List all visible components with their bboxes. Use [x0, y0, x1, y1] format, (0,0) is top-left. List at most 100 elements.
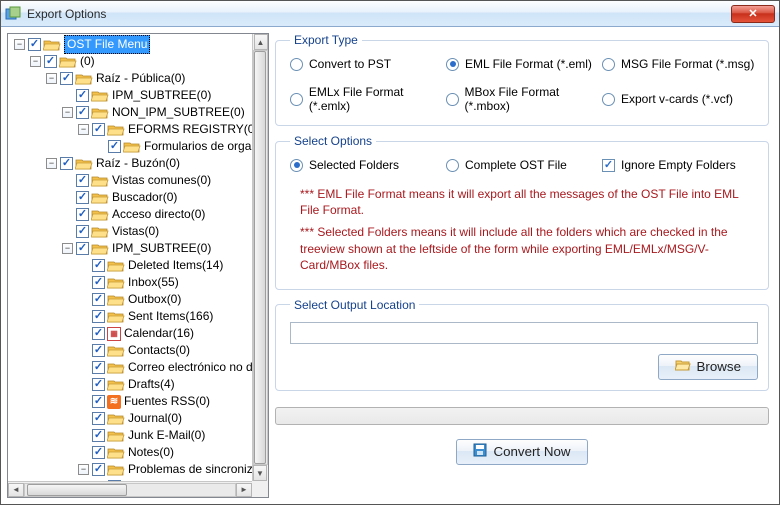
tree-checkbox[interactable]: [76, 89, 89, 102]
radio-complete-ost[interactable]: Complete OST File: [446, 158, 602, 172]
scroll-up-arrow-icon[interactable]: ▲: [254, 34, 268, 50]
browse-button[interactable]: Browse: [658, 354, 758, 380]
radio-icon: [602, 58, 615, 71]
tree-node[interactable]: Contacts(0): [10, 342, 252, 359]
tree-node[interactable]: Junk E-Mail(0): [10, 427, 252, 444]
tree-checkbox[interactable]: [92, 412, 105, 425]
tree-checkbox[interactable]: [76, 174, 89, 187]
checkbox-ignore-empty[interactable]: Ignore Empty Folders: [602, 158, 758, 172]
tree-node[interactable]: Notes(0): [10, 444, 252, 461]
folder-icon: [91, 191, 109, 205]
folder-icon: [91, 89, 109, 103]
radio-label: Export v-cards (*.vcf): [621, 92, 733, 106]
tree-node[interactable]: Deleted Items(14): [10, 257, 252, 274]
tree-checkbox[interactable]: [76, 191, 89, 204]
close-button[interactable]: ✕: [731, 5, 775, 23]
tree-checkbox[interactable]: [76, 208, 89, 221]
radio-icon: [290, 159, 303, 172]
convert-now-button[interactable]: Convert Now: [456, 439, 587, 465]
tree-checkbox[interactable]: [92, 259, 105, 272]
radio-selected-folders[interactable]: Selected Folders: [290, 158, 446, 172]
tree-node[interactable]: Outbox(0): [10, 291, 252, 308]
tree-horizontal-scrollbar[interactable]: ◄ ►: [8, 481, 252, 497]
folder-icon: [91, 174, 109, 188]
tree-checkbox[interactable]: [92, 123, 105, 136]
tree-checkbox[interactable]: [92, 361, 105, 374]
collapse-icon[interactable]: −: [78, 464, 89, 475]
radio-label: Selected Folders: [309, 158, 399, 172]
scroll-right-arrow-icon[interactable]: ►: [236, 483, 252, 497]
tree-checkbox[interactable]: [76, 225, 89, 238]
tree-node[interactable]: ▦Calendar(16): [10, 325, 252, 342]
output-location-group: Select Output Location Browse: [275, 298, 769, 391]
tree-node[interactable]: −Problemas de sincronización(84): [10, 461, 252, 478]
output-path-input[interactable]: [290, 322, 758, 344]
tree-node[interactable]: Acceso directo(0): [10, 206, 252, 223]
radio-mbox-format[interactable]: MBox File Format (*.mbox): [446, 85, 602, 113]
tree-node[interactable]: − OST File Menu: [10, 36, 252, 53]
checkbox-label: Ignore Empty Folders: [621, 158, 736, 172]
toggle-spacer: [78, 396, 89, 407]
collapse-icon[interactable]: −: [30, 56, 41, 67]
tree-checkbox[interactable]: [92, 344, 105, 357]
tree-checkbox[interactable]: [76, 106, 89, 119]
tree-node-label: OST File Menu: [64, 35, 150, 54]
tree-node[interactable]: Buscador(0): [10, 189, 252, 206]
radio-eml-format[interactable]: EML File Format (*.eml): [446, 57, 602, 71]
tree-checkbox[interactable]: [92, 429, 105, 442]
radio-vcard-format[interactable]: Export v-cards (*.vcf): [602, 85, 758, 113]
tree-checkbox[interactable]: [92, 293, 105, 306]
tree-node[interactable]: Vistas comunes(0): [10, 172, 252, 189]
tree-node-label: Correo electrónico no deseado(0): [128, 359, 252, 376]
tree-checkbox[interactable]: [92, 395, 105, 408]
radio-convert-to-pst[interactable]: Convert to PST: [290, 57, 446, 71]
radio-msg-format[interactable]: MSG File Format (*.msg): [602, 57, 758, 71]
radio-label: MBox File Format (*.mbox): [465, 85, 602, 113]
tree-node[interactable]: −NON_IPM_SUBTREE(0): [10, 104, 252, 121]
tree-checkbox[interactable]: [60, 72, 73, 85]
tree-node[interactable]: Drafts(4): [10, 376, 252, 393]
folder-icon: [75, 157, 93, 171]
titlebar: Export Options ✕: [1, 1, 779, 27]
tree-checkbox[interactable]: [108, 140, 121, 153]
collapse-icon[interactable]: −: [46, 158, 57, 169]
tree-node[interactable]: Correo electrónico no deseado(0): [10, 359, 252, 376]
radio-emlx-format[interactable]: EMLx File Format (*.emlx): [290, 85, 446, 113]
tree-checkbox[interactable]: [76, 242, 89, 255]
folder-tree[interactable]: − OST File Menu− (0)−Raíz - Pública(0)IPM…: [8, 34, 252, 481]
tree-node[interactable]: −Raíz - Buzón(0): [10, 155, 252, 172]
tree-checkbox[interactable]: [60, 157, 73, 170]
tree-vertical-scrollbar[interactable]: ▲ ▼: [252, 34, 268, 481]
tree-node-label: Inbox(55): [128, 274, 179, 291]
tree-node[interactable]: Journal(0): [10, 410, 252, 427]
tree-node[interactable]: −Raíz - Pública(0): [10, 70, 252, 87]
tree-node[interactable]: −EFORMS REGISTRY(0): [10, 121, 252, 138]
tree-checkbox[interactable]: [92, 310, 105, 323]
tree-node[interactable]: − (0): [10, 53, 252, 70]
tree-node[interactable]: Sent Items(166): [10, 308, 252, 325]
collapse-icon[interactable]: −: [46, 73, 57, 84]
tree-checkbox[interactable]: [92, 463, 105, 476]
tree-checkbox[interactable]: [28, 38, 41, 51]
scroll-left-arrow-icon[interactable]: ◄: [8, 483, 24, 497]
scroll-down-arrow-icon[interactable]: ▼: [253, 465, 267, 481]
tree-node[interactable]: Formularios de organización(0): [10, 138, 252, 155]
tree-checkbox[interactable]: [92, 378, 105, 391]
tree-node[interactable]: Inbox(55): [10, 274, 252, 291]
tree-checkbox[interactable]: [92, 276, 105, 289]
collapse-icon[interactable]: −: [78, 124, 89, 135]
tree-node[interactable]: −IPM_SUBTREE(0): [10, 240, 252, 257]
collapse-icon[interactable]: −: [62, 107, 73, 118]
tree-node[interactable]: ≋Fuentes RSS(0): [10, 393, 252, 410]
tree-checkbox[interactable]: [92, 446, 105, 459]
tree-node[interactable]: Vistas(0): [10, 223, 252, 240]
folder-icon: [43, 38, 61, 52]
tree-checkbox[interactable]: [44, 55, 57, 68]
collapse-icon[interactable]: −: [62, 243, 73, 254]
app-icon: [5, 6, 21, 22]
folder-icon: [107, 378, 125, 392]
tree-node-label: Calendar(16): [124, 325, 194, 342]
collapse-icon[interactable]: −: [14, 39, 25, 50]
tree-checkbox[interactable]: [92, 327, 105, 340]
tree-node[interactable]: IPM_SUBTREE(0): [10, 87, 252, 104]
